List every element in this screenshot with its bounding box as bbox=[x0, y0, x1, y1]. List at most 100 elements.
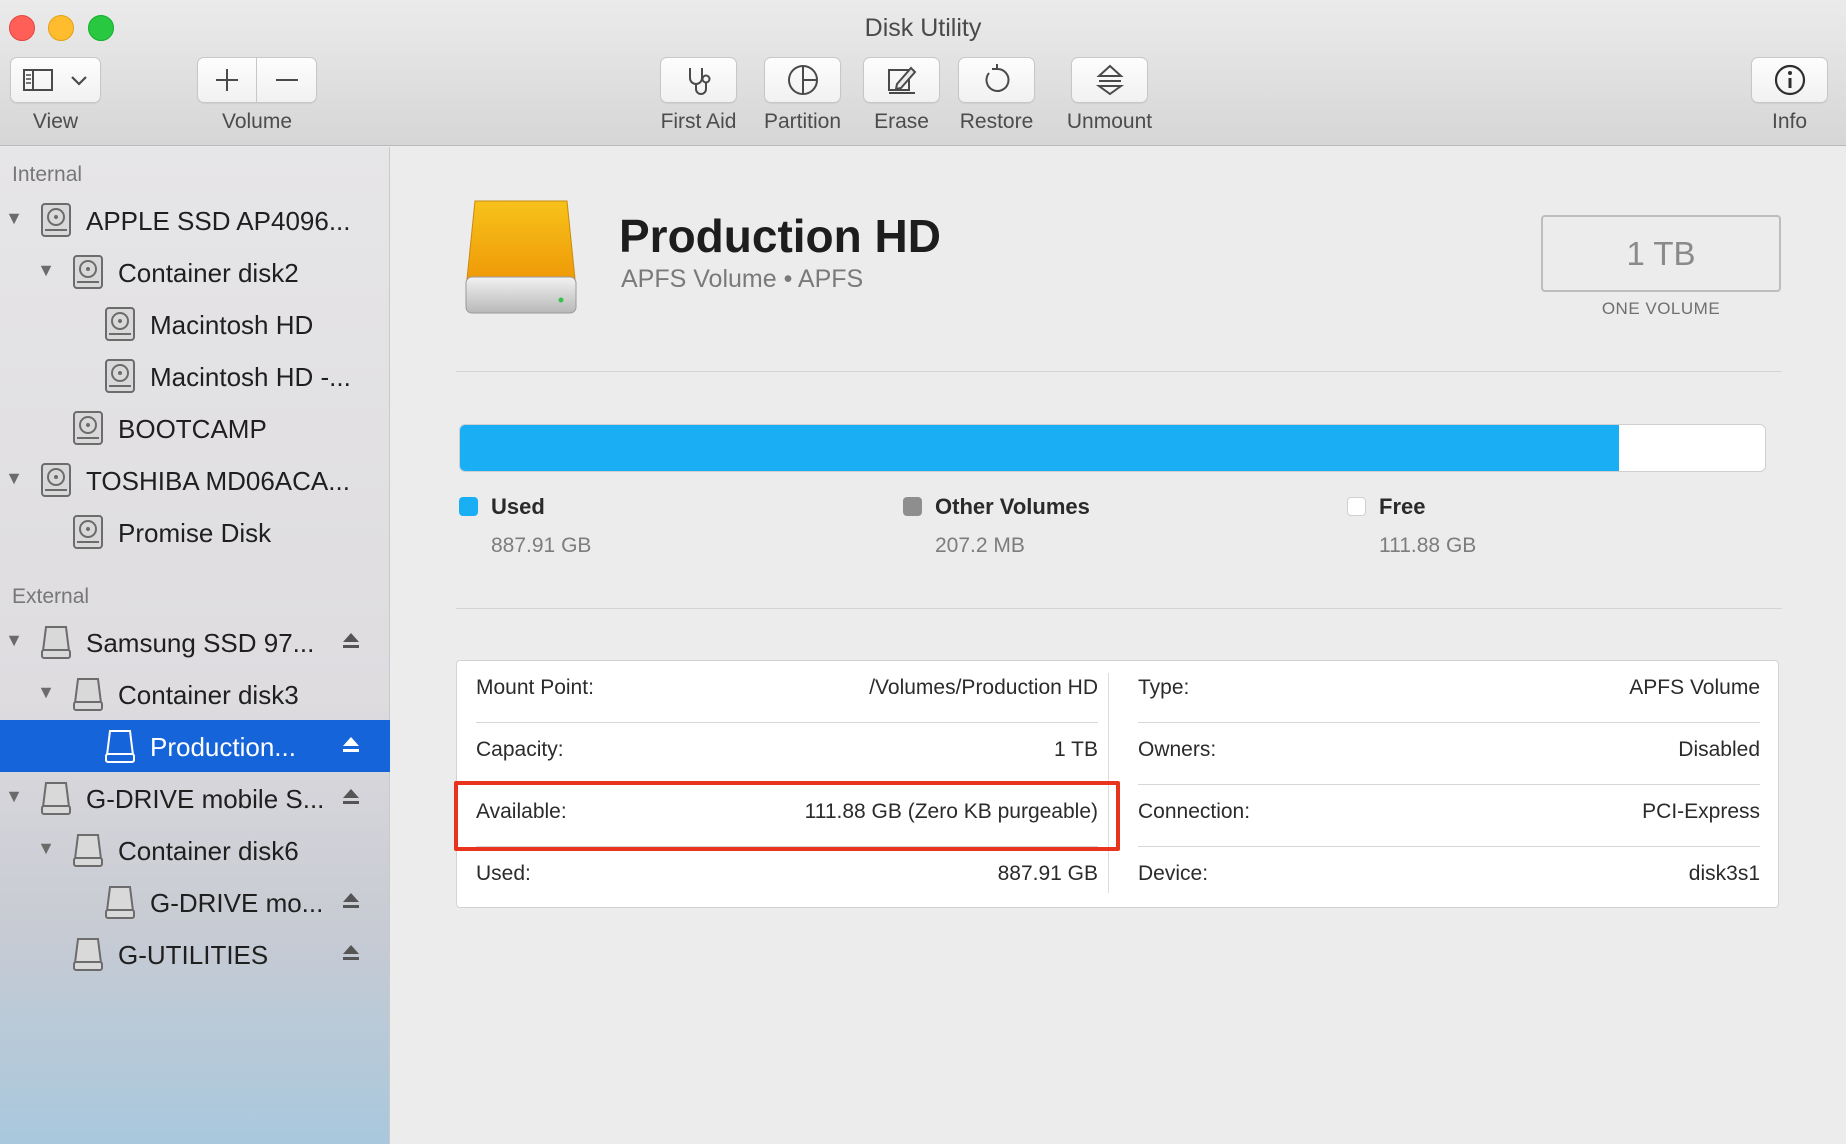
partition-label: Partition bbox=[763, 110, 842, 133]
external-drive-icon bbox=[73, 834, 103, 867]
info-button[interactable] bbox=[1751, 57, 1828, 103]
disclosure-triangle-icon[interactable]: ▼ bbox=[4, 208, 24, 229]
volume-label: Volume bbox=[221, 110, 293, 133]
disclosure-triangle-icon[interactable]: ▼ bbox=[4, 786, 24, 807]
volume-subtitle: APFS Volume • APFS bbox=[621, 265, 864, 293]
eject-icon[interactable] bbox=[341, 631, 361, 651]
disclosure-triangle-icon[interactable]: ▼ bbox=[36, 682, 56, 703]
disclosure-triangle-icon[interactable]: ▼ bbox=[4, 468, 24, 489]
info-value: 1 TB bbox=[1054, 738, 1098, 761]
info-key: Mount Point: bbox=[476, 676, 594, 699]
usage-bar-used-segment bbox=[460, 425, 1619, 471]
volume-size-caption: ONE VOLUME bbox=[1601, 299, 1721, 318]
sidebar-item-toshiba[interactable]: ▼ TOSHIBA MD06ACA... bbox=[0, 454, 390, 506]
sidebar-item-g-utilities[interactable]: G-UTILITIES bbox=[0, 928, 390, 980]
sidebar-item-apple-ssd[interactable]: ▼ APPLE SSD AP4096... bbox=[0, 194, 390, 246]
sidebar-item-bootcamp[interactable]: BOOTCAMP bbox=[0, 402, 390, 454]
first-aid-button[interactable] bbox=[660, 57, 737, 103]
legend-swatch-used bbox=[459, 497, 478, 516]
restore-button[interactable] bbox=[958, 57, 1035, 103]
view-button[interactable] bbox=[10, 57, 101, 103]
eject-icon[interactable] bbox=[341, 943, 361, 963]
sidebar-item-label: Macintosh HD bbox=[150, 310, 314, 340]
sidebar-item-label: Promise Disk bbox=[118, 518, 272, 548]
info-key: Used: bbox=[476, 862, 531, 885]
info-row-owners: Owners: Disabled bbox=[1138, 723, 1760, 785]
unmount-icon bbox=[1095, 64, 1124, 96]
external-drive-icon bbox=[73, 678, 103, 711]
remove-volume-button[interactable] bbox=[257, 58, 316, 102]
sidebar-item-label: Container disk3 bbox=[118, 680, 299, 710]
view-label: View bbox=[32, 110, 79, 133]
disclosure-triangle-icon[interactable]: ▼ bbox=[36, 260, 56, 281]
minus-icon bbox=[275, 79, 298, 81]
info-key: Owners: bbox=[1138, 738, 1217, 761]
info-value: /Volumes/Production HD bbox=[869, 676, 1098, 699]
sidebar-item-container-disk3[interactable]: ▼ Container disk3 bbox=[0, 668, 390, 720]
sidebar-item-container-disk2[interactable]: ▼ Container disk2 bbox=[0, 246, 390, 298]
unmount-label: Unmount bbox=[1066, 110, 1153, 133]
plus-icon bbox=[216, 69, 238, 91]
erase-button[interactable] bbox=[863, 57, 940, 103]
eject-icon[interactable] bbox=[341, 735, 361, 755]
legend-value: 887.91 GB bbox=[491, 534, 592, 557]
annotation-highlight-box bbox=[454, 781, 1120, 851]
eject-icon[interactable] bbox=[341, 891, 361, 911]
sidebar-item-production-hd[interactable]: Production... bbox=[0, 720, 390, 772]
legend-swatch-other bbox=[903, 497, 922, 516]
sidebar-item-label: Macintosh HD -... bbox=[150, 362, 351, 392]
sidebar-item-g-drive-volume[interactable]: G-DRIVE mo... bbox=[0, 876, 390, 928]
add-volume-button[interactable] bbox=[198, 58, 258, 102]
info-row-device: Device: disk3s1 bbox=[1138, 847, 1760, 909]
partition-button[interactable] bbox=[764, 57, 841, 103]
internal-drive-icon bbox=[105, 307, 135, 341]
info-value: Disabled bbox=[1678, 738, 1760, 761]
disclosure-triangle-icon[interactable]: ▼ bbox=[36, 838, 56, 859]
internal-drive-icon bbox=[41, 463, 71, 497]
sidebar-icon bbox=[22, 69, 53, 91]
eject-icon[interactable] bbox=[341, 787, 361, 807]
external-drive-icon bbox=[465, 200, 577, 314]
volume-segmented-control bbox=[197, 57, 317, 103]
sidebar-item-label: TOSHIBA MD06ACA... bbox=[86, 466, 350, 496]
disk-utility-window: Disk Utility View Volume First Aid Parti… bbox=[0, 0, 1846, 1144]
sidebar-item-promise-disk[interactable]: Promise Disk bbox=[0, 506, 390, 558]
divider bbox=[456, 371, 1782, 372]
info-row-capacity: Capacity: 1 TB bbox=[476, 723, 1098, 785]
info-key: Capacity: bbox=[476, 738, 564, 761]
sidebar-item-label: Container disk6 bbox=[118, 836, 299, 866]
unmount-button[interactable] bbox=[1071, 57, 1148, 103]
sidebar-item-macintosh-hd-data[interactable]: Macintosh HD -... bbox=[0, 350, 390, 402]
divider bbox=[456, 608, 1782, 609]
legend-name: Other Volumes bbox=[935, 494, 1090, 519]
internal-drive-icon bbox=[73, 515, 103, 549]
legend-value: 111.88 GB bbox=[1379, 534, 1477, 557]
internal-drive-icon bbox=[73, 411, 103, 445]
erase-label: Erase bbox=[874, 110, 929, 133]
pie-chart-icon bbox=[787, 65, 818, 95]
sidebar-item-macintosh-hd[interactable]: Macintosh HD bbox=[0, 298, 390, 350]
sidebar-section-internal: Internal bbox=[12, 163, 83, 186]
disclosure-triangle-icon[interactable]: ▼ bbox=[4, 630, 24, 651]
sidebar-item-label: G-DRIVE mobile S... bbox=[86, 784, 325, 814]
legend-name: Free bbox=[1379, 494, 1426, 519]
stethoscope-icon bbox=[688, 68, 710, 95]
external-drive-icon bbox=[41, 782, 71, 815]
sidebar-item-g-drive-mobile[interactable]: ▼ G-DRIVE mobile S... bbox=[0, 772, 390, 824]
sidebar-item-samsung-ssd[interactable]: ▼ Samsung SSD 97... bbox=[0, 616, 390, 668]
info-row-used: Used: 887.91 GB bbox=[476, 847, 1098, 909]
toolbar: Disk Utility View Volume First Aid Parti… bbox=[0, 0, 1846, 146]
sidebar-item-label: Production... bbox=[150, 732, 296, 762]
sidebar-item-label: BOOTCAMP bbox=[118, 414, 267, 444]
restore-label: Restore bbox=[959, 110, 1034, 133]
internal-drive-icon bbox=[73, 255, 103, 289]
sidebar-item-container-disk6[interactable]: ▼ Container disk6 bbox=[0, 824, 390, 876]
info-key: Connection: bbox=[1138, 800, 1251, 823]
volume-detail-panel: Production HD APFS Volume • APFS 1 TB ON… bbox=[391, 147, 1846, 1144]
volume-size-box: 1 TB bbox=[1541, 215, 1781, 292]
internal-drive-icon bbox=[105, 359, 135, 393]
info-key: Type: bbox=[1138, 676, 1190, 699]
info-key: Device: bbox=[1138, 862, 1209, 885]
legend-swatch-free bbox=[1347, 497, 1366, 516]
sidebar: Internal ▼ APPLE SSD AP4096... ▼ Contain… bbox=[0, 147, 390, 1144]
